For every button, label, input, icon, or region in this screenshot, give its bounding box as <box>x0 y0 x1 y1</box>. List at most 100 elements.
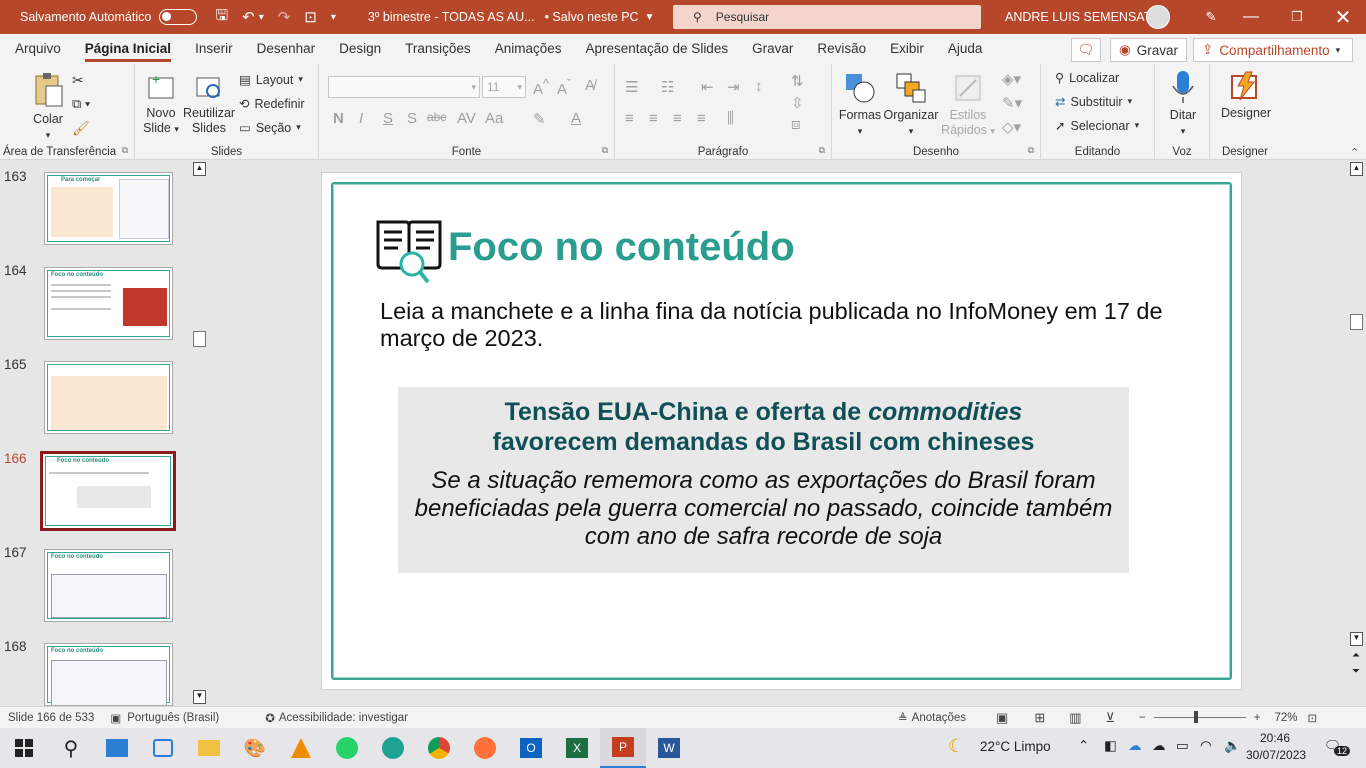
notes-button[interactable]: Anotações <box>912 712 966 724</box>
replace-button[interactable]: ⇄ Substituir ▾ <box>1055 94 1132 110</box>
tab-arquivo[interactable]: Arquivo <box>3 34 73 64</box>
undo-icon[interactable]: ↶ <box>242 8 255 26</box>
reading-view-icon[interactable]: ▥ <box>1069 710 1081 726</box>
zoom-out-icon[interactable]: − <box>1139 712 1146 724</box>
shadow-icon[interactable]: S <box>407 110 417 127</box>
find-button[interactable]: ⚲ Localizar <box>1055 70 1119 86</box>
grow-font-icon[interactable]: A^ <box>533 77 549 98</box>
bullets-icon[interactable]: ☰ <box>625 78 638 96</box>
accessibility-status[interactable]: Acessibilidade: investigar <box>279 712 408 724</box>
taskbar-app[interactable] <box>370 728 416 768</box>
battery-icon[interactable]: ▭ <box>1176 738 1189 754</box>
dialog-launcher-icon[interactable]: ⧉ <box>122 145 128 156</box>
scroll-down-icon[interactable]: ▼ <box>1350 632 1363 646</box>
thumbnail-scrollbar[interactable]: ▲ ▼ <box>191 160 208 706</box>
taskbar-app[interactable]: W <box>646 728 692 768</box>
volume-icon[interactable]: 🔈 <box>1224 738 1241 754</box>
document-title[interactable]: 3º bimestre - TODAS AS AU... <box>368 10 535 24</box>
onedrive-icon[interactable]: ☁ <box>1128 738 1142 754</box>
taskbar-app-active[interactable]: P <box>600 728 646 768</box>
slide-thumbnail[interactable]: Foco no conteúdo <box>44 267 173 340</box>
close-icon[interactable]: ✕ <box>1320 0 1366 34</box>
accessibility-icon[interactable]: ✪ <box>265 711 275 725</box>
share-button[interactable]: ⇪ Compartilhamento ▾ <box>1193 38 1353 62</box>
zoom-level[interactable]: 72% <box>1274 712 1297 724</box>
news-quote-box[interactable]: Tensão EUA-China e oferta de commodities… <box>398 387 1129 573</box>
reuse-slides-button[interactable]: Reutilizar Slides <box>183 72 235 136</box>
tab-desenhar[interactable]: Desenhar <box>245 34 328 64</box>
taskbar-search[interactable]: ⚲ <box>48 728 94 768</box>
italic-icon[interactable]: I <box>359 110 363 127</box>
tab-inserir[interactable]: Inserir <box>183 34 245 64</box>
align-right-icon[interactable]: ≡ <box>673 110 682 127</box>
tab-transicoes[interactable]: Transições <box>393 34 483 64</box>
tab-gravar[interactable]: Gravar <box>740 34 805 64</box>
tray-expand-icon[interactable]: ⌃ <box>1078 738 1089 754</box>
slide-title[interactable]: Foco no conteúdo <box>448 225 795 270</box>
present-from-start-icon[interactable]: ⊡ <box>304 8 317 26</box>
normal-view-icon[interactable]: ▣ <box>996 710 1008 726</box>
zoom-slider[interactable] <box>1153 711 1246 723</box>
slide-thumbnail[interactable]: Foco no conteúdo <box>44 549 173 622</box>
taskbar-app[interactable]: 🎨 <box>232 728 278 768</box>
save-icon[interactable]: 🖫 <box>215 5 228 30</box>
arrange-button[interactable]: Organizar ▾ <box>882 72 940 139</box>
taskbar-app[interactable]: O <box>508 728 554 768</box>
clock-time[interactable]: 20:46 <box>1250 731 1300 745</box>
zoom-in-icon[interactable]: + <box>1254 712 1261 724</box>
highlight-icon[interactable]: ✎ <box>533 110 546 128</box>
increase-indent-icon[interactable]: ⇥ <box>727 78 740 96</box>
user-name[interactable]: ANDRE LUIS SEMENSATO <box>1005 10 1161 24</box>
customize-qat-icon[interactable]: ▾ <box>331 12 336 23</box>
new-slide-button[interactable]: + Novo Slide ▾ <box>141 72 181 137</box>
slide-scrollbar[interactable]: ▲ ▼ ⏶ ⏷ <box>1348 160 1366 706</box>
slide-thumbnail[interactable]: Foco no conteúdo <box>44 643 173 706</box>
avatar[interactable] <box>1146 5 1170 29</box>
shrink-font-icon[interactable]: Aˇ <box>557 77 571 98</box>
collapse-ribbon-icon[interactable]: ⌃ <box>1350 146 1359 159</box>
slide-thumbnail-current[interactable]: Foco no conteúdo <box>40 451 176 531</box>
bold-icon[interactable]: N <box>333 110 344 127</box>
shape-fill-icon[interactable]: ◈▾ <box>1002 70 1021 88</box>
tab-exibir[interactable]: Exibir <box>878 34 936 64</box>
slide-thumbnail[interactable]: Para começar <box>44 172 173 245</box>
chevron-down-icon[interactable]: ▼ <box>645 12 655 23</box>
cloud-icon[interactable]: ☁ <box>1152 738 1166 754</box>
start-button[interactable] <box>0 728 48 768</box>
slideshow-icon[interactable]: ⊻ <box>1106 710 1116 726</box>
taskbar-app[interactable] <box>94 728 140 768</box>
zoom-slider-thumb[interactable] <box>1193 711 1198 723</box>
font-color-icon[interactable]: A <box>571 110 581 127</box>
designer-button[interactable]: Designer <box>1218 70 1274 121</box>
font-size-select[interactable]: 11 ▾ <box>482 76 526 98</box>
strikethrough-icon[interactable]: abc <box>427 110 446 124</box>
restore-icon[interactable]: ❐ <box>1274 0 1320 34</box>
select-button[interactable]: ➚ Selecionar ▾ <box>1055 118 1139 134</box>
text-direction-icon[interactable]: ⇅ <box>791 72 804 90</box>
quick-styles-button[interactable]: Estilos Rápidos ▾ <box>940 72 996 139</box>
next-slide-icon[interactable]: ⏷ <box>1352 666 1360 677</box>
tab-design[interactable]: Design <box>327 34 393 64</box>
wifi-icon[interactable]: ◠ <box>1200 738 1212 754</box>
clear-format-icon[interactable]: A̸ <box>585 77 595 94</box>
copy-icon[interactable]: ⧉ ▾ <box>72 96 90 112</box>
underline-icon[interactable]: S <box>383 110 393 127</box>
character-spacing-icon[interactable]: AV <box>457 110 476 127</box>
scroll-up-icon[interactable]: ▲ <box>193 162 206 176</box>
previous-slide-icon[interactable]: ⏶ <box>1352 650 1360 661</box>
tab-pagina-inicial[interactable]: Página Inicial <box>73 34 183 64</box>
weather-icon[interactable]: ☾ <box>948 736 964 757</box>
taskbar-app[interactable]: X <box>554 728 600 768</box>
notes-icon[interactable]: ≜ <box>898 711 908 725</box>
taskbar-app[interactable] <box>186 728 232 768</box>
taskbar-app[interactable] <box>416 728 462 768</box>
redo-icon[interactable]: ↷ <box>278 8 291 26</box>
dictate-button[interactable]: Ditar ▾ <box>1161 70 1205 139</box>
minimize-icon[interactable]: — <box>1228 0 1274 34</box>
spellcheck-icon[interactable]: ▣ <box>110 711 121 725</box>
dialog-launcher-icon[interactable]: ⧉ <box>602 145 608 156</box>
taskbar-app[interactable] <box>324 728 370 768</box>
paste-button[interactable]: Colar ▾ <box>28 72 68 143</box>
undo-dropdown-icon[interactable]: ▾ <box>259 12 264 23</box>
align-center-icon[interactable]: ≡ <box>649 110 658 127</box>
